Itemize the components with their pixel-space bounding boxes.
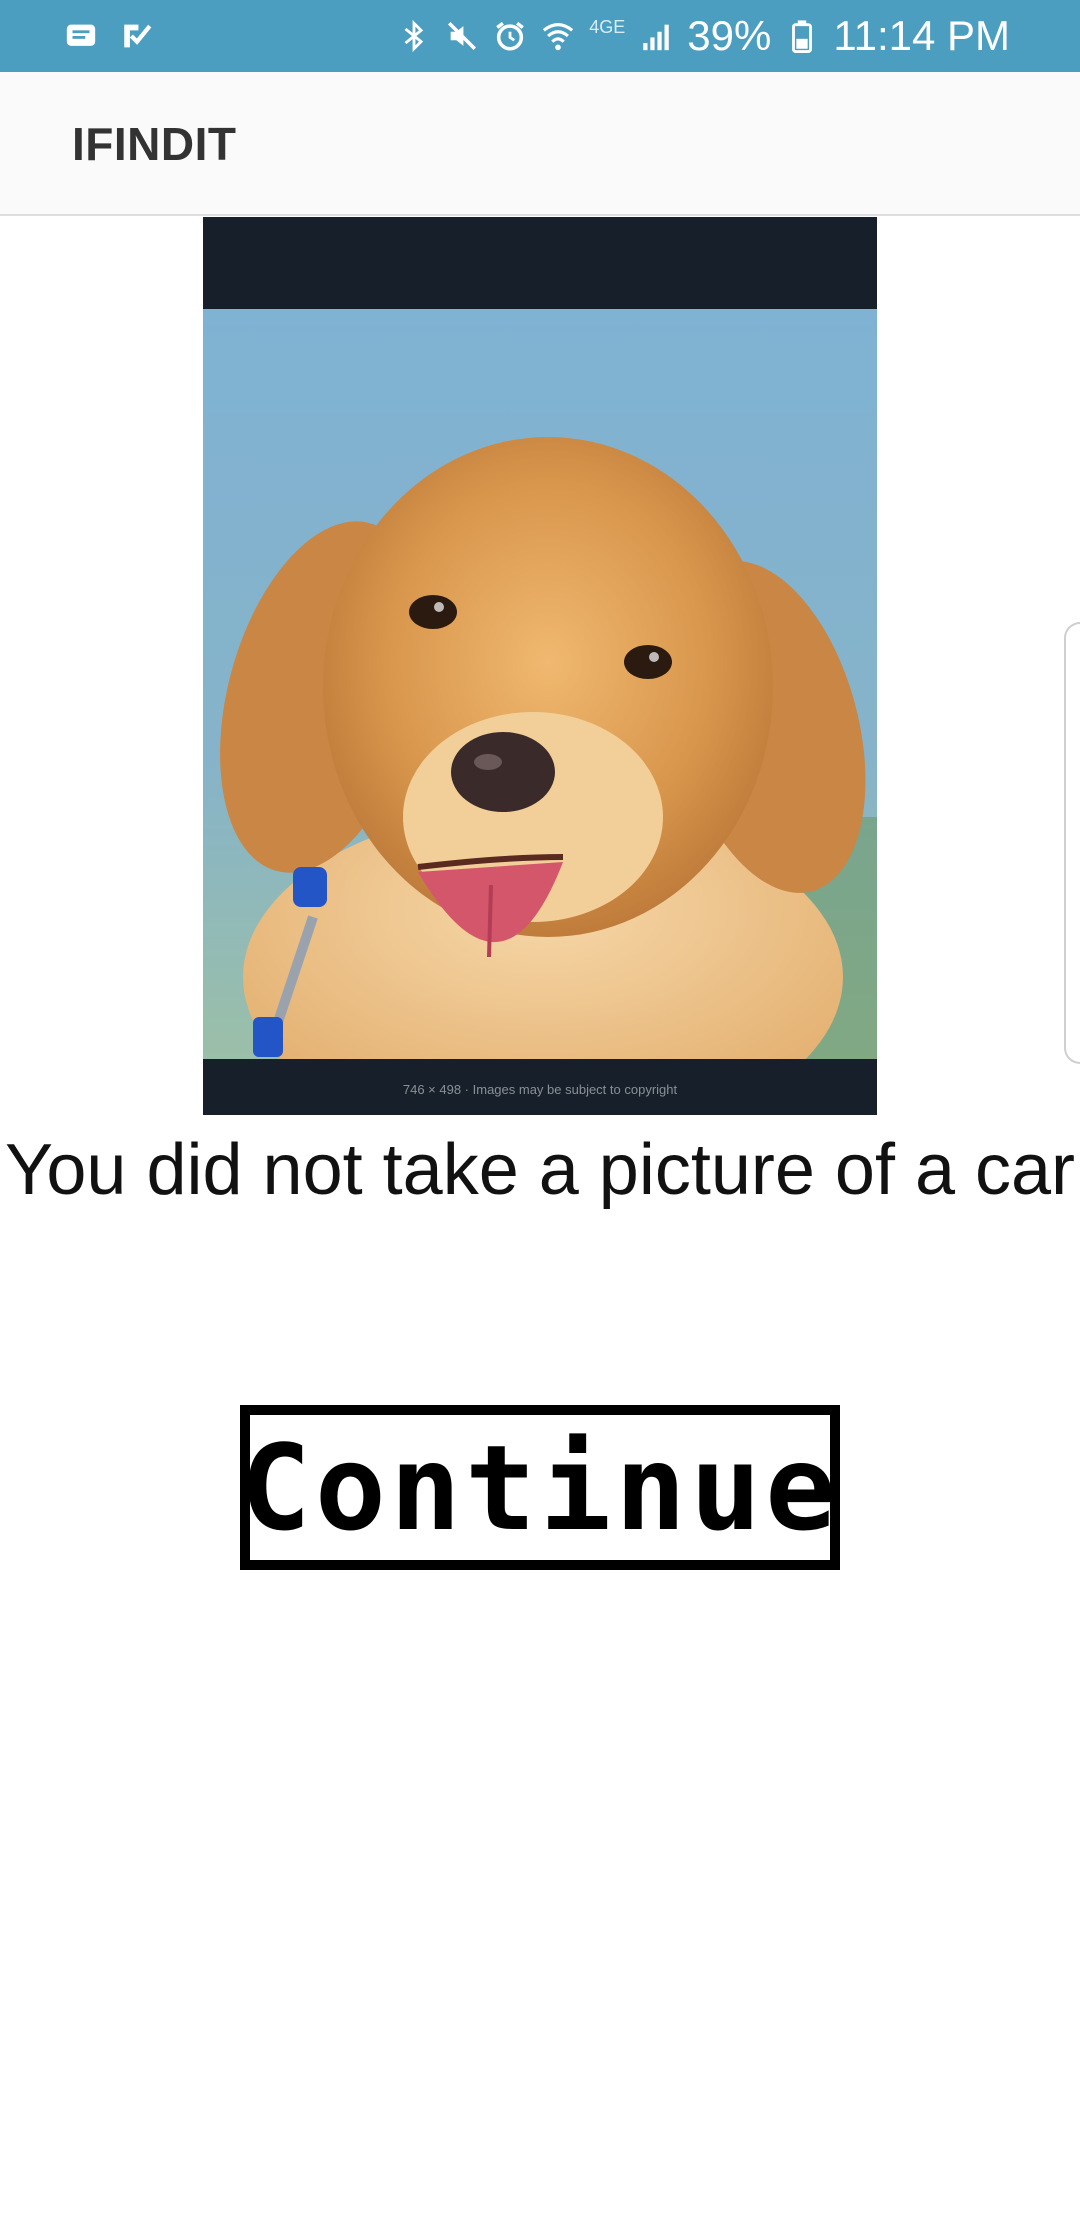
bluetooth-icon [404,19,424,53]
clock: 11:14 PM [833,12,1010,59]
captured-photo: 746 × 498 · Images may be subject to cop… [203,217,877,1115]
battery-percent: 39% [687,12,772,59]
status-bar: 4GE 39% 11:14 PM [0,0,1080,72]
battery-icon [792,20,813,53]
message-icon [66,24,96,46]
alarm-icon [496,21,525,51]
signal-icon [643,24,670,51]
result-message: You did not take a picture of a car [4,1130,1076,1210]
notification-icons [64,0,154,72]
puppy-photo-image: 746 × 498 · Images may be subject to cop… [203,217,877,1115]
app-title: IFINDIT [72,118,237,170]
mute-icon [448,21,477,51]
system-icons: 4GE 39% 11:14 PM [397,0,1010,72]
edge-panel-handle[interactable] [1064,622,1080,1064]
app-bar: IFINDIT [0,72,1080,216]
photo-caption: 746 × 498 · Images may be subject to cop… [403,1082,678,1097]
check-icon [124,24,152,48]
wifi-icon [543,23,574,51]
continue-button-label: Continue [239,1418,841,1557]
continue-button[interactable]: Continue [240,1405,840,1570]
network-type: 4GE [589,17,626,37]
